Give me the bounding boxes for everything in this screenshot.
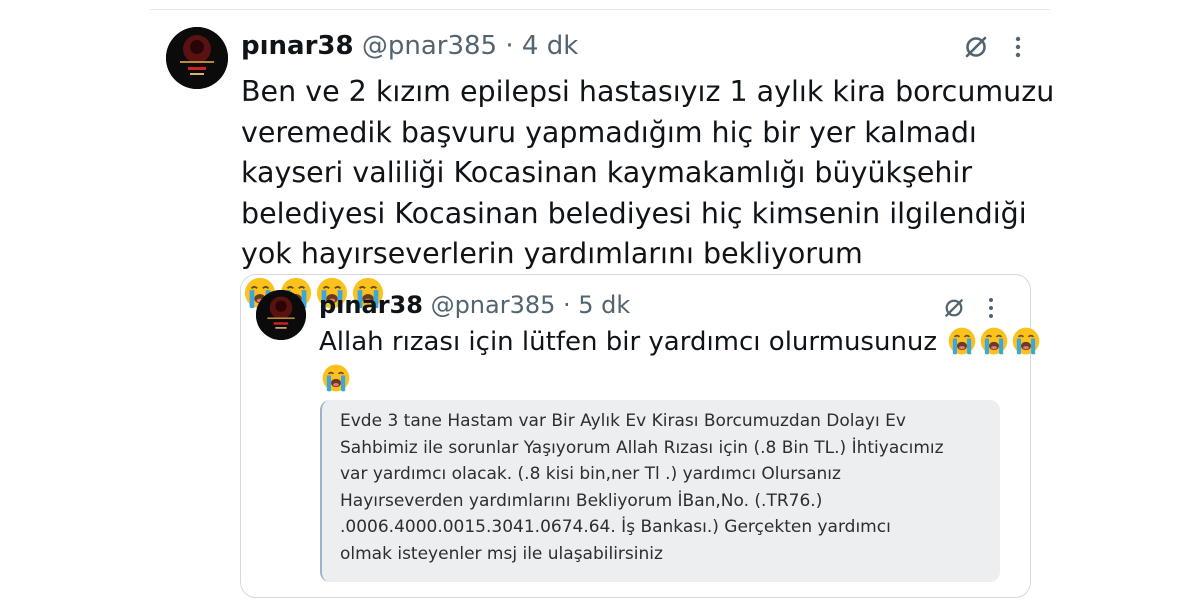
image-line: Evde 3 tane Hastam var Bir Aylık Ev Kira… <box>340 411 906 431</box>
image-line: Sahbimiz ile sorunlar Yaşıyorum Allah Rı… <box>340 437 944 458</box>
image-line: var yardımcı olacak. (.8 kisi bin,ner Tl… <box>340 464 841 484</box>
quoted-line <box>319 361 1041 398</box>
tweet-line: veremedik başvuru yapmadığım hiç bir yer… <box>241 115 977 149</box>
quoted-tweet-line: Allah rızası için lütfen bir yardımcı ol… <box>319 327 938 357</box>
image-text: Evde 3 tane Hastam var Bir Aylık Ev Kira… <box>340 408 944 567</box>
quoted-line: Allah rızası için lütfen bir yardımcı ol… <box>319 324 1041 361</box>
author-name[interactable]: pınar38 <box>241 31 354 61</box>
tweet-line: Ben ve 2 kızım epilepsi hastasıyız 1 ayl… <box>241 75 1055 108</box>
loudly-crying-face-emoji <box>980 327 1008 355</box>
emoji-group <box>319 364 351 394</box>
author-handle[interactable]: @pnar385 <box>362 31 497 61</box>
quoted-tweet-header: pınar38 @pnar385 · 5 dk <box>319 290 630 320</box>
timestamp[interactable]: 4 dk <box>522 31 578 61</box>
tweet-line: belediyesi Kocasinan belediyesi hiç kims… <box>241 196 1027 230</box>
image-line: .0006.4000.0015.3041.0674.64. İş Bankası… <box>340 517 891 537</box>
avatar[interactable] <box>256 290 306 340</box>
more-options-icon[interactable] <box>985 297 997 323</box>
quoted-tweet-text: Allah rızası için lütfen bir yardımcı ol… <box>319 324 1041 398</box>
tweet-line: yok hayırseverlerin yardımlarını bekliyo… <box>241 237 863 270</box>
timestamp[interactable]: 5 dk <box>578 291 630 319</box>
top-divider <box>150 9 1050 10</box>
avatar[interactable] <box>166 27 228 89</box>
tweet-line: kayseri valiliği Kocasinan kaymakamlığı … <box>241 156 973 189</box>
grok-icon[interactable] <box>942 296 966 324</box>
separator: · <box>497 31 522 61</box>
emoji-group <box>945 327 1041 357</box>
author-handle[interactable]: @pnar385 <box>431 291 556 319</box>
loudly-crying-face-emoji <box>948 327 976 355</box>
grok-icon[interactable] <box>962 33 990 65</box>
image-line: olmak isteyenler msj ile ulaşabilirsiniz <box>340 543 663 564</box>
author-name[interactable]: pınar38 <box>319 291 423 319</box>
image-line: Hayırseverden yardımlarını Bekliyorum İB… <box>340 490 823 511</box>
loudly-crying-face-emoji <box>322 364 350 392</box>
tweet-header: pınar38 @pnar385 · 4 dk <box>241 30 578 62</box>
loudly-crying-face-emoji <box>1012 327 1040 355</box>
more-options-icon[interactable] <box>1012 36 1024 62</box>
separator: · <box>555 291 579 319</box>
